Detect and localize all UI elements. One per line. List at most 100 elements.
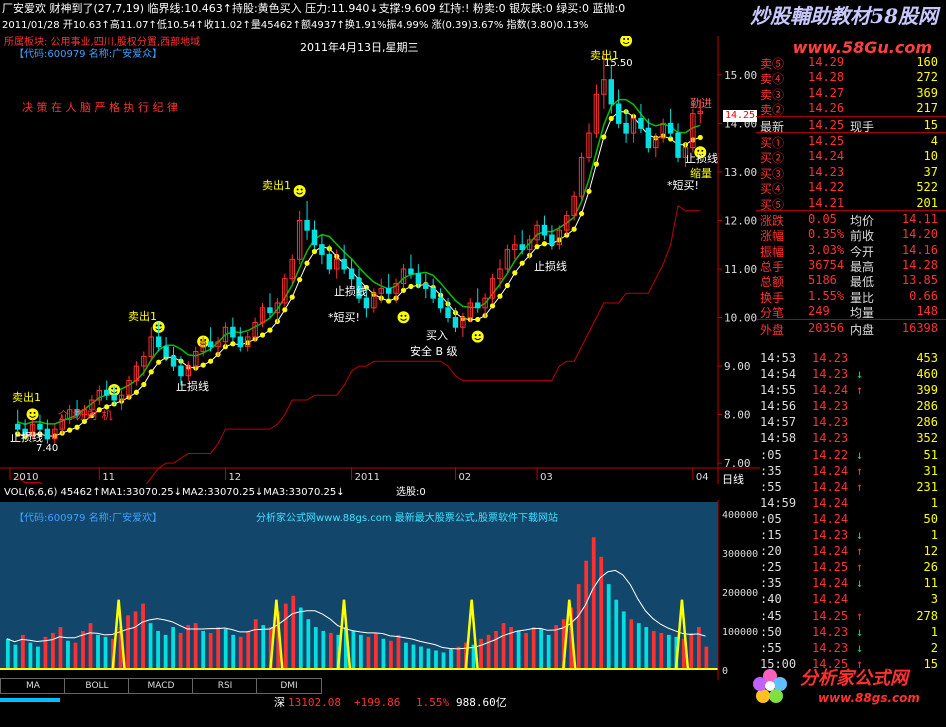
tick-volume: 3: [930, 592, 938, 607]
candle[interactable]: [104, 380, 110, 401]
candle[interactable]: [564, 210, 570, 236]
candle[interactable]: [660, 118, 666, 143]
tick-time: :50: [760, 624, 782, 639]
candle[interactable]: [608, 65, 614, 114]
bid-row[interactable]: 买① 14.25 4: [756, 133, 946, 150]
panel-ad-text[interactable]: 分析家公式网www.88gs.com 最新最大股票公式,股票软件下载网站: [256, 514, 558, 524]
tick-row[interactable]: :15 14.23 ↓ 1: [756, 527, 946, 543]
tick-row[interactable]: 14:55 14.24 ↑ 399: [756, 382, 946, 398]
tick-row[interactable]: 14:59 14.24 1: [756, 495, 946, 511]
candle[interactable]: [519, 230, 525, 255]
candle[interactable]: [430, 278, 436, 303]
candle[interactable]: [170, 346, 177, 371]
candle[interactable]: [534, 220, 540, 245]
candle[interactable]: [371, 288, 377, 313]
candle[interactable]: [230, 317, 236, 342]
volume-bar: [666, 634, 671, 670]
candle[interactable]: [400, 264, 407, 289]
candle[interactable]: [385, 273, 392, 299]
candle[interactable]: [623, 108, 629, 143]
candle[interactable]: [489, 273, 496, 303]
tick-row[interactable]: :05 14.24 50: [756, 511, 946, 527]
tick-time: :15: [760, 528, 782, 543]
candle[interactable]: [497, 259, 503, 289]
candle[interactable]: [638, 103, 644, 134]
tick-price: 14.23: [812, 624, 849, 639]
bid-row[interactable]: 买② 14.24 10: [756, 148, 946, 165]
candle[interactable]: [437, 288, 444, 313]
tick-row[interactable]: 14:58 14.23 352: [756, 430, 946, 446]
ask-row[interactable]: 卖② 14.26 217: [756, 100, 946, 117]
candle[interactable]: [319, 235, 325, 265]
bid-volume: 10: [923, 149, 938, 164]
bid-price: 14.24: [808, 149, 845, 164]
tick-row[interactable]: :20 14.24 ↑ 12: [756, 543, 946, 559]
tick-row[interactable]: :35 14.24 ↓ 11: [756, 575, 946, 591]
candle[interactable]: [512, 235, 518, 260]
candle[interactable]: [237, 327, 244, 352]
candle[interactable]: [593, 84, 600, 138]
tick-volume: 352: [916, 431, 938, 446]
tick-row[interactable]: :25 14.25 ↑ 26: [756, 559, 946, 575]
tick-row[interactable]: 14:57 14.23 286: [756, 414, 946, 430]
candle[interactable]: [675, 123, 681, 163]
candle[interactable]: [630, 113, 637, 143]
bid-row[interactable]: 买⑤ 14.21 201: [756, 195, 946, 212]
candle[interactable]: [578, 152, 585, 202]
price-tick-label: 11.00: [724, 263, 757, 276]
ask-row[interactable]: 卖④ 14.28 272: [756, 69, 946, 86]
candle[interactable]: [474, 288, 481, 313]
candle[interactable]: [460, 312, 466, 337]
candle[interactable]: [690, 108, 696, 153]
tick-row[interactable]: 14:53 14.23 453: [756, 350, 946, 366]
candle[interactable]: [118, 390, 125, 410]
candle[interactable]: [341, 244, 347, 274]
candle[interactable]: [141, 351, 147, 376]
candle[interactable]: [667, 108, 674, 138]
candle[interactable]: [423, 273, 429, 299]
candle[interactable]: [571, 191, 577, 221]
candle[interactable]: [541, 215, 548, 240]
tick-row[interactable]: 14:54 14.23 ↓ 460: [756, 366, 946, 382]
tick-row[interactable]: 14:56 14.23 286: [756, 398, 946, 414]
tick-row[interactable]: :55 14.24 ↑ 231: [756, 479, 946, 495]
yellow-ma-dot: [512, 270, 518, 276]
tab-rsi[interactable]: RSI: [192, 678, 258, 694]
candle[interactable]: [289, 254, 295, 284]
tab-macd[interactable]: MACD: [128, 678, 194, 694]
tick-row[interactable]: :55 14.23 ↓ 2: [756, 640, 946, 656]
candle[interactable]: [586, 123, 592, 163]
candle[interactable]: [304, 201, 310, 240]
tab-ma[interactable]: MA: [0, 678, 66, 694]
candle[interactable]: [615, 89, 622, 129]
tab-dmi[interactable]: DMI: [256, 678, 322, 694]
ask-row[interactable]: 卖③ 14.27 369: [756, 85, 946, 102]
daily-label[interactable]: 日线: [722, 474, 744, 485]
candlestick-chart[interactable]: 15.0014.0013.0012.0011.0010.009.008.007.…: [0, 36, 760, 484]
tick-row[interactable]: :05 14.22 ↓ 51: [756, 447, 946, 463]
smiley-eye: [474, 334, 477, 337]
volume-chart[interactable]: 400000 300000 200000 100000 0: [0, 500, 760, 680]
candle[interactable]: [549, 225, 555, 250]
time-tick-label: 04: [696, 472, 709, 483]
candle[interactable]: [148, 327, 154, 362]
candle[interactable]: [282, 273, 288, 308]
tick-row[interactable]: :45 14.25 ↑ 278: [756, 608, 946, 624]
ask-row[interactable]: 卖⑤ 14.29 160: [756, 54, 946, 71]
tick-row[interactable]: :35 14.24 ↑ 31: [756, 463, 946, 479]
candle[interactable]: [504, 244, 511, 274]
candle[interactable]: [267, 293, 273, 318]
candle[interactable]: [311, 220, 318, 250]
candle[interactable]: [96, 385, 103, 405]
bid-row[interactable]: 买④ 14.22 522: [756, 179, 946, 196]
tick-row[interactable]: :50 14.23 ↓ 1: [756, 624, 946, 640]
tab-boll[interactable]: BOLL: [64, 678, 130, 694]
candle[interactable]: [296, 210, 303, 265]
tick-row[interactable]: :40 14.24 3: [756, 591, 946, 607]
volume-tick-label: 300000: [722, 549, 758, 560]
annotation-stop: 止损线: [10, 431, 43, 444]
candle[interactable]: [185, 361, 192, 381]
tick-list[interactable]: 14:53 14.23 453 14:54 14.23 ↓ 460 14:55 14.24 ↑ 39…: [756, 350, 946, 672]
candle[interactable]: [334, 249, 340, 279]
bid-row[interactable]: 买③ 14.23 37: [756, 164, 946, 181]
